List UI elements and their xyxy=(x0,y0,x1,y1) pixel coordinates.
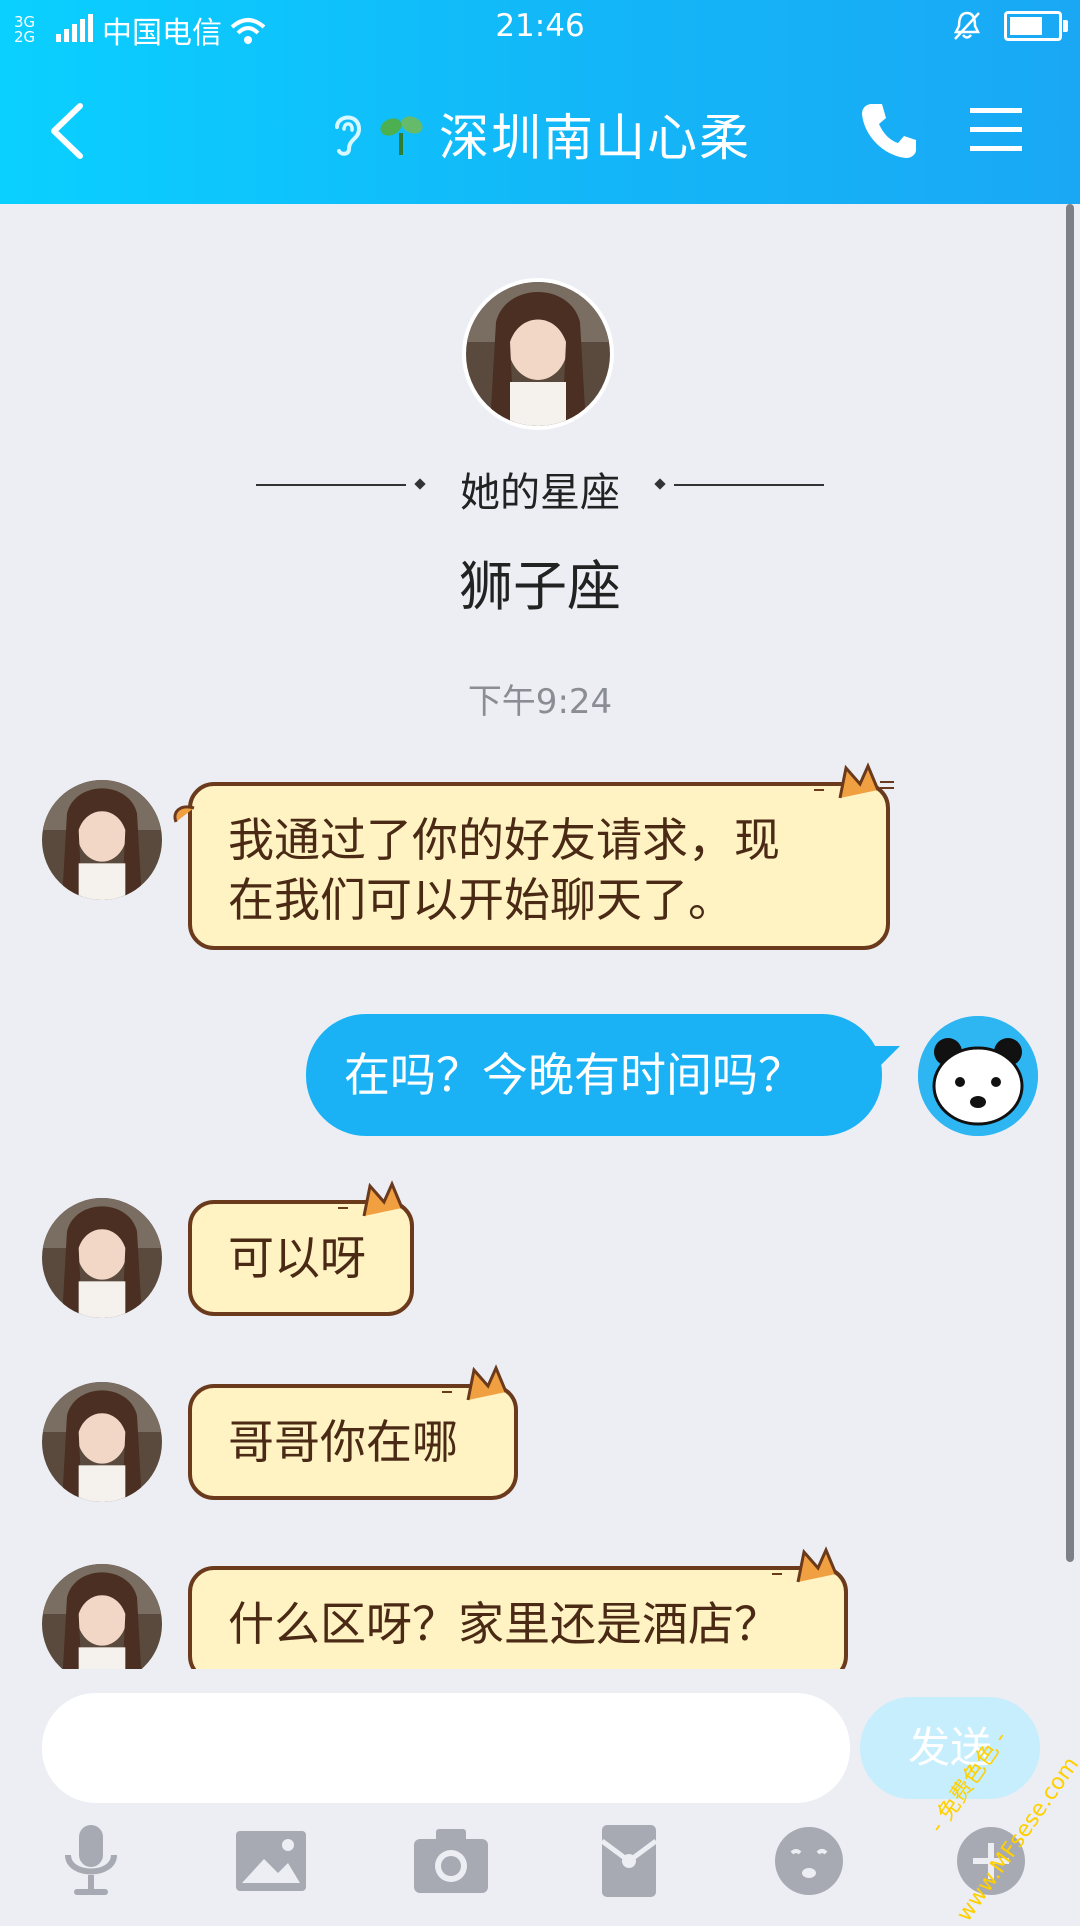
contact-avatar[interactable] xyxy=(42,1382,162,1502)
menu-button[interactable] xyxy=(966,102,1026,158)
camera-icon[interactable] xyxy=(406,1821,496,1901)
message-bubble-incoming[interactable]: 可以呀 xyxy=(188,1180,414,1316)
battery-icon xyxy=(1004,11,1068,41)
message-text: 哥哥你在哪 xyxy=(228,1415,458,1469)
input-area: 发送 xyxy=(0,1669,1080,1920)
cat-paw-icon xyxy=(173,805,195,823)
divider-right xyxy=(674,484,824,486)
contact-avatar[interactable] xyxy=(42,1564,162,1669)
message-bubble-incoming[interactable]: 什么区呀？家里还是酒店？ xyxy=(188,1546,848,1669)
cat-ears-icon xyxy=(440,1364,508,1401)
girl-portrait-icon xyxy=(42,1382,162,1502)
message-text: 什么区呀？家里还是酒店？ xyxy=(228,1597,780,1651)
contact-avatar[interactable] xyxy=(42,1198,162,1318)
image-icon[interactable] xyxy=(226,1821,316,1901)
sprout-icon xyxy=(380,116,423,155)
status-bar: 3G 2G 中国电信 21:46 xyxy=(0,0,1080,58)
message-text: 在吗？今晚有时间吗？ xyxy=(344,1048,804,1102)
message-bubble-incoming[interactable]: 哥哥你在哪 xyxy=(188,1364,518,1500)
battery-level xyxy=(1010,17,1042,35)
contact-avatar[interactable] xyxy=(42,780,162,900)
message-text: 可以呀 xyxy=(228,1231,366,1285)
my-avatar[interactable] xyxy=(918,1016,1038,1136)
message-bubble-outgoing[interactable]: 在吗？今晚有时间吗？ xyxy=(306,1014,900,1136)
message-text-line: 在我们可以开始聊天了。 xyxy=(228,873,734,927)
phone-call-button[interactable] xyxy=(858,100,920,162)
message-input[interactable] xyxy=(42,1693,850,1803)
message-bubble-incoming[interactable]: 我通过了你的好友请求，现 在我们可以开始聊天了。 xyxy=(173,762,894,950)
ear-icon xyxy=(335,115,362,156)
cat-ears-icon xyxy=(336,1180,404,1217)
microphone-icon[interactable] xyxy=(46,1821,136,1901)
mute-bell-icon xyxy=(953,11,981,40)
message-timestamp: 下午9:24 xyxy=(467,682,613,722)
panda-icon xyxy=(918,1016,1038,1136)
girl-portrait-icon xyxy=(42,1198,162,1318)
zodiac-value: 狮子座 xyxy=(459,555,621,618)
chat-title: 深圳南山心柔 xyxy=(439,109,751,167)
cat-ears-icon xyxy=(812,762,894,799)
message-text-line: 我通过了你的好友请求，现 xyxy=(228,813,780,867)
girl-portrait-icon xyxy=(466,282,610,426)
girl-portrait-icon xyxy=(42,1564,162,1669)
bubble-tail xyxy=(870,1046,900,1076)
scrollbar[interactable] xyxy=(1066,204,1074,1562)
cat-ears-icon xyxy=(770,1546,838,1583)
red-packet-icon[interactable] xyxy=(584,1821,674,1901)
profile-avatar[interactable] xyxy=(462,278,614,430)
chat-area[interactable]: 她的星座 狮子座 下午9:24 我通过了你的好友请求，现 在我们可以开始聊天了。… xyxy=(0,204,1080,1669)
top-bar: 3G 2G 中国电信 21:46 深圳南山心柔 xyxy=(0,0,1080,204)
girl-portrait-icon xyxy=(42,780,162,900)
nav-bar: 深圳南山心柔 xyxy=(0,58,1080,204)
clock: 21:46 xyxy=(495,8,585,44)
emoji-icon[interactable] xyxy=(764,1821,854,1901)
zodiac-label: 她的星座 xyxy=(460,470,620,516)
